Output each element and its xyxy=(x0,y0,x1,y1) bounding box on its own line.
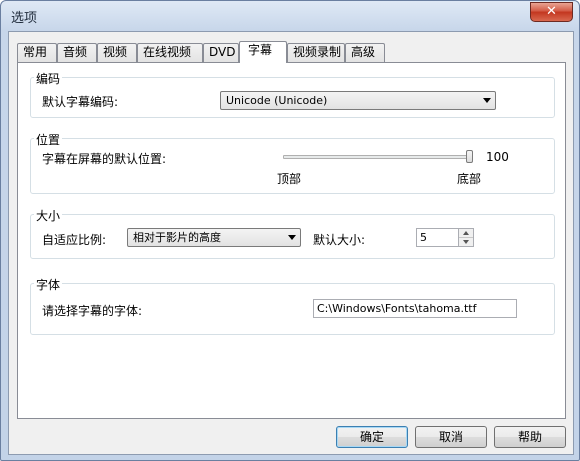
tab-online-video[interactable]: 在线视频 xyxy=(137,43,203,62)
ok-button[interactable]: 确定 xyxy=(336,426,408,448)
default-encoding-select[interactable]: Unicode (Unicode) xyxy=(220,91,496,110)
default-position-label: 字幕在屏幕的默认位置: xyxy=(42,152,167,166)
position-slider-thumb[interactable] xyxy=(466,150,473,163)
window-title: 选项 xyxy=(11,11,38,26)
default-encoding-value: Unicode (Unicode) xyxy=(226,94,328,107)
position-slider-track[interactable] xyxy=(283,155,473,159)
position-max-label: 底部 xyxy=(457,172,482,186)
tab-general[interactable]: 常用 xyxy=(17,43,57,62)
default-size-spinner[interactable] xyxy=(459,228,474,247)
subtitles-tab-panel: 编码 默认字幕编码: Unicode (Unicode) 位置 字幕在屏幕的默认… xyxy=(17,62,566,419)
options-dialog: 选项 ✕ 常用 音频 视频 在线视频 DVD 字幕 视频录制 高级 编码 默认字… xyxy=(0,0,580,461)
font-group-title: 字体 xyxy=(34,276,63,293)
adapt-ratio-value: 相对于影片的高度 xyxy=(133,231,221,244)
chevron-down-icon xyxy=(288,235,296,240)
position-group: 位置 字幕在屏幕的默认位置: 100 顶部 底部 xyxy=(30,131,555,194)
tab-video[interactable]: 视频 xyxy=(97,43,137,62)
font-select-label: 请选择字幕的字体: xyxy=(42,304,143,318)
tab-audio[interactable]: 音频 xyxy=(57,43,97,62)
close-icon: ✕ xyxy=(546,4,557,19)
title-bar[interactable]: 选项 ✕ xyxy=(1,1,579,31)
adapt-ratio-select[interactable]: 相对于影片的高度 xyxy=(127,228,301,247)
dialog-client-area: 常用 音频 视频 在线视频 DVD 字幕 视频录制 高级 编码 默认字幕编码: … xyxy=(8,31,574,455)
spin-up-icon[interactable] xyxy=(459,229,473,238)
chevron-down-icon xyxy=(483,98,491,103)
position-value: 100 xyxy=(486,150,509,164)
size-group: 大小 自适应比例: 相对于影片的高度 默认大小: 5 xyxy=(30,207,555,259)
help-button[interactable]: 帮助 xyxy=(494,426,566,448)
size-group-title: 大小 xyxy=(34,207,63,224)
font-path-input[interactable]: C:\Windows\Fonts\tahoma.ttf xyxy=(313,299,517,318)
tab-dvd[interactable]: DVD xyxy=(203,43,239,62)
cancel-button[interactable]: 取消 xyxy=(415,426,487,448)
adapt-ratio-label: 自适应比例: xyxy=(42,233,107,247)
tab-advanced[interactable]: 高级 xyxy=(345,43,385,62)
default-encoding-label: 默认字幕编码: xyxy=(42,95,119,109)
encoding-group-title: 编码 xyxy=(34,70,63,87)
position-min-label: 顶部 xyxy=(277,172,302,186)
tab-video-recording[interactable]: 视频录制 xyxy=(287,43,345,62)
close-button[interactable]: ✕ xyxy=(530,2,573,22)
position-group-title: 位置 xyxy=(34,131,63,148)
tab-subtitles[interactable]: 字幕 xyxy=(239,41,287,63)
encoding-group: 编码 默认字幕编码: Unicode (Unicode) xyxy=(30,70,555,118)
default-size-input[interactable]: 5 xyxy=(416,228,459,247)
spin-down-icon[interactable] xyxy=(459,238,473,247)
default-size-label: 默认大小: xyxy=(313,233,366,247)
font-group: 字体 请选择字幕的字体: C:\Windows\Fonts\tahoma.ttf xyxy=(30,276,555,335)
